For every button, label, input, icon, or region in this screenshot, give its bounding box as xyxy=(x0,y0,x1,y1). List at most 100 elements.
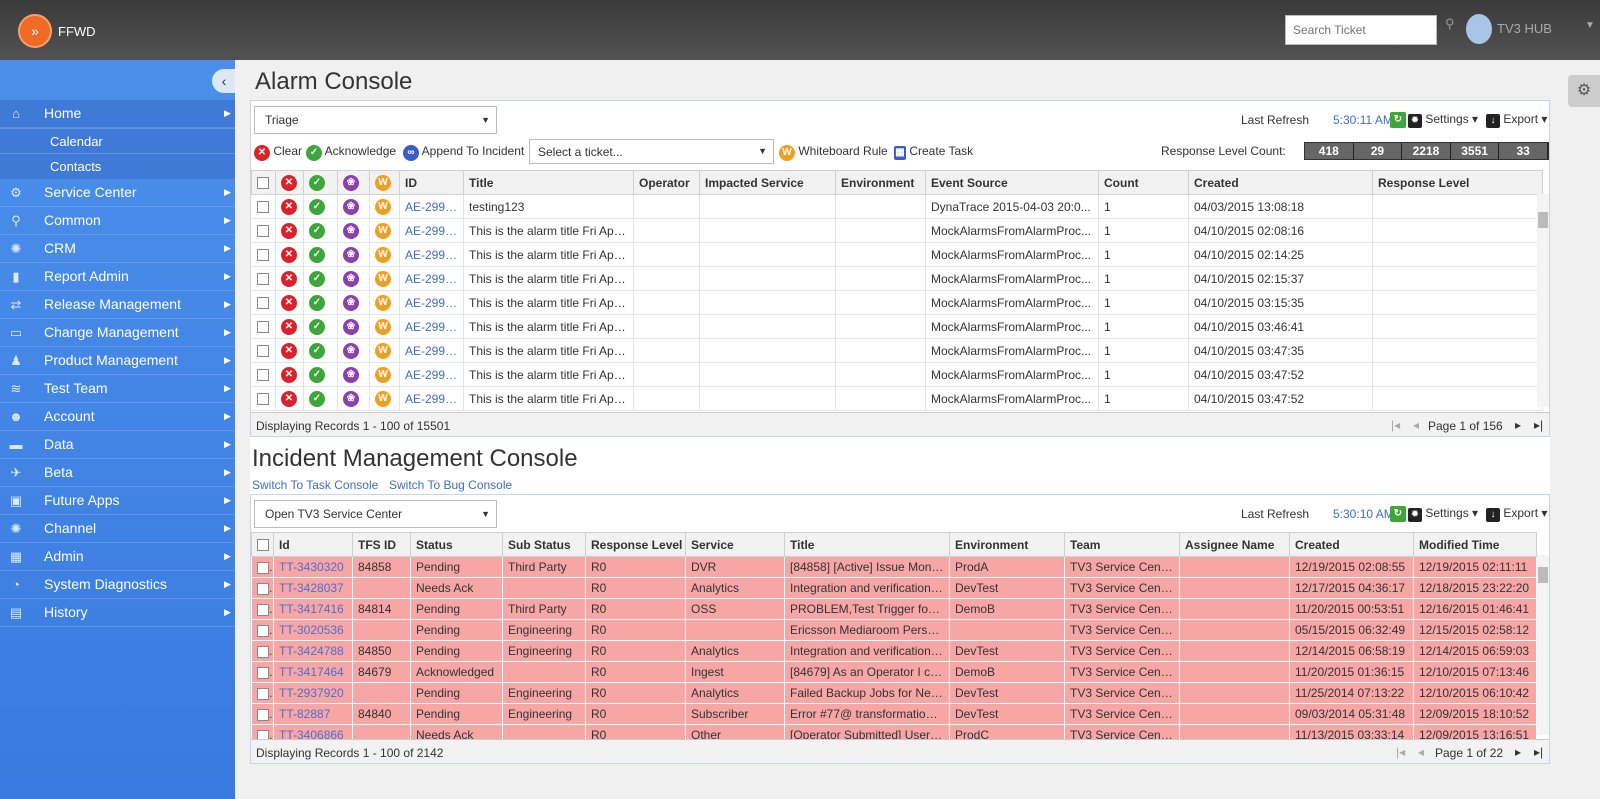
row-checkbox[interactable] xyxy=(251,556,274,578)
user-avatar[interactable] xyxy=(1466,14,1492,44)
whiteboard-icon[interactable]: W xyxy=(369,338,400,363)
select-ticket-combo[interactable]: Select a ticket... ▼ xyxy=(529,139,774,164)
incident-view-select[interactable]: Open TV3 Service Center ▼ xyxy=(254,500,497,528)
next-page-icon[interactable]: ▸ xyxy=(1515,418,1521,432)
first-page-icon[interactable]: |◂ xyxy=(1396,745,1405,759)
sidebar-item-data[interactable]: ▬ Data ▶ xyxy=(0,431,235,459)
clear-icon[interactable]: ✕ xyxy=(275,266,304,291)
whiteboard-icon[interactable]: W xyxy=(369,194,400,219)
column-header[interactable]: Environment xyxy=(835,170,926,195)
column-header[interactable]: Id xyxy=(273,532,353,557)
column-header[interactable]: Sub Status xyxy=(502,532,586,557)
column-header[interactable]: Operator xyxy=(633,170,700,195)
acknowledge-icon[interactable]: ✓ xyxy=(303,194,338,219)
ffwd-logo-icon[interactable]: » xyxy=(18,14,52,48)
settings-menu[interactable]: ✹ Settings ▾ xyxy=(1408,112,1478,128)
refresh-icon[interactable]: ↻ xyxy=(1390,112,1406,128)
whiteboard-icon[interactable]: W xyxy=(369,386,400,411)
row-checkbox[interactable] xyxy=(251,362,276,387)
table-row[interactable]: ✕ ✓ ❀ W AE-2997... This is the alarm title Fr… xyxy=(251,362,1543,387)
acknowledge-icon[interactable]: ✓ xyxy=(303,242,338,267)
table-row[interactable]: TT-2937920 Pending Engineering R0 Analytics F… xyxy=(251,682,1537,704)
paw-icon[interactable]: ❀ xyxy=(337,338,370,363)
column-header[interactable]: Created xyxy=(1289,532,1414,557)
paw-icon[interactable]: ❀ xyxy=(337,290,370,315)
row-checkbox[interactable] xyxy=(251,242,276,267)
alarm-scrollbar[interactable] xyxy=(1537,194,1549,407)
sidebar-item-test-team[interactable]: ≋ Test Team ▶ xyxy=(0,375,235,403)
column-header[interactable]: Title xyxy=(784,532,950,557)
table-cell[interactable]: AE-2997... xyxy=(399,314,464,339)
last-page-icon[interactable]: ▸| xyxy=(1534,418,1543,432)
sidebar-item-change-management[interactable]: ▭ Change Management ▶ xyxy=(0,319,235,347)
column-header[interactable]: Response Level xyxy=(585,532,686,557)
clear-icon[interactable]: ✕ xyxy=(275,218,304,243)
paw-icon[interactable]: ❀ xyxy=(337,314,370,339)
incident-export-menu[interactable]: ↓ Export ▾ xyxy=(1486,506,1547,522)
acknowledge-icon[interactable]: ✓ xyxy=(303,386,338,411)
table-row[interactable]: ✕ ✓ ❀ W AE-2997... This is the alarm title Fr… xyxy=(251,338,1543,363)
export-menu[interactable]: ↓ Export ▾ xyxy=(1486,112,1547,128)
acknowledge-icon[interactable]: ✓ xyxy=(303,266,338,291)
whiteboard-icon[interactable]: W xyxy=(369,362,400,387)
table-row[interactable]: TT-3417464 84679 Acknowledged R0 Ingest [8467… xyxy=(251,661,1537,683)
search-ticket-input[interactable] xyxy=(1285,15,1437,45)
row-checkbox[interactable] xyxy=(251,682,274,704)
clear-icon[interactable]: ✕ xyxy=(275,242,304,267)
sidebar-subitem-calendar[interactable]: Calendar xyxy=(0,128,235,154)
table-cell[interactable]: AE-2997... xyxy=(399,266,464,291)
last-page-icon[interactable]: ▸| xyxy=(1534,745,1543,759)
column-header[interactable]: Status xyxy=(410,532,503,557)
paw-icon[interactable]: ❀ xyxy=(337,242,370,267)
table-cell[interactable]: TT-3430320 xyxy=(273,556,353,578)
sidebar-item-future-apps[interactable]: ▣ Future Apps ▶ xyxy=(0,487,235,515)
sidebar-item-beta[interactable]: ✈ Beta ▶ xyxy=(0,459,235,487)
table-row[interactable]: TT-3428037 Needs Ack R0 Analytics Integratio… xyxy=(251,577,1537,599)
whiteboard-rule-action[interactable]: W Whiteboard Rule xyxy=(779,144,888,161)
row-checkbox[interactable] xyxy=(251,314,276,339)
table-cell[interactable]: TT-3417464 xyxy=(273,661,353,683)
table-cell[interactable]: AE-2995... xyxy=(399,194,464,219)
sidebar-item-common[interactable]: ⚲ Common ▶ xyxy=(0,207,235,235)
sidebar-item-channel[interactable]: ✺ Channel ▶ xyxy=(0,515,235,543)
sidebar-item-product-management[interactable]: ♟ Product Management ▶ xyxy=(0,347,235,375)
row-checkbox[interactable] xyxy=(251,266,276,291)
table-cell[interactable]: TT-3424788 xyxy=(273,640,353,662)
create-task-action[interactable]: ▦ Create Task xyxy=(894,144,973,160)
clear-icon[interactable]: ✕ xyxy=(275,338,304,363)
table-cell[interactable]: AE-2997... xyxy=(399,362,464,387)
row-checkbox[interactable] xyxy=(251,218,276,243)
table-cell[interactable]: TT-3417416 xyxy=(273,598,353,620)
column-header[interactable]: Service xyxy=(685,532,785,557)
scroll-thumb[interactable] xyxy=(1538,567,1548,583)
alarm-view-select[interactable]: Triage ▼ xyxy=(254,106,497,134)
sidebar-item-release-management[interactable]: ⇄ Release Management ▶ xyxy=(0,291,235,319)
whiteboard-icon[interactable]: W xyxy=(369,242,400,267)
table-row[interactable]: ✕ ✓ ❀ W AE-2997... This is the alarm title Fr… xyxy=(251,314,1543,339)
column-header[interactable]: Response Level xyxy=(1372,170,1543,195)
table-cell[interactable]: AE-2997... xyxy=(399,386,464,411)
switch-task-console-link[interactable]: Switch To Task Console xyxy=(252,478,378,492)
user-menu-label[interactable]: TV3 HUB xyxy=(1497,21,1552,36)
sidebar-item-system-diagnostics[interactable]: ◔ System Diagnostics ▶ xyxy=(0,571,235,599)
append-incident-action[interactable]: ∞ Append To Incident xyxy=(403,144,524,161)
refresh-icon[interactable]: ↻ xyxy=(1390,506,1406,522)
column-header[interactable]: Count xyxy=(1098,170,1189,195)
table-cell[interactable]: AE-2997... xyxy=(399,218,464,243)
acknowledge-icon[interactable]: ✓ xyxy=(303,362,338,387)
chevron-down-icon[interactable]: ▼ xyxy=(1585,20,1595,31)
table-row[interactable]: TT-3020536 Pending Engineering R0 Ericsson M… xyxy=(251,619,1537,641)
sidebar-item-admin[interactable]: ▦ Admin ▶ xyxy=(0,543,235,571)
table-cell[interactable]: AE-2997... xyxy=(399,290,464,315)
sidebar-item-account[interactable]: ☻ Account ▶ xyxy=(0,403,235,431)
sidebar-item-report-admin[interactable]: ▮ Report Admin ▶ xyxy=(0,263,235,291)
column-header[interactable]: ID xyxy=(399,170,464,195)
sidebar-item-history[interactable]: ▤ History ▶ xyxy=(0,599,235,627)
table-cell[interactable]: TT-2937920 xyxy=(273,682,353,704)
scroll-thumb[interactable] xyxy=(1538,212,1548,228)
clear-icon[interactable]: ✕ xyxy=(275,362,304,387)
column-header[interactable]: Impacted Service xyxy=(699,170,836,195)
acknowledge-icon[interactable]: ✓ xyxy=(303,314,338,339)
table-row[interactable]: ✕ ✓ ❀ W AE-2997... This is the alarm title Fr… xyxy=(251,218,1543,243)
table-row[interactable]: ✕ ✓ ❀ W AE-2997... This is the alarm title Fr… xyxy=(251,386,1543,411)
